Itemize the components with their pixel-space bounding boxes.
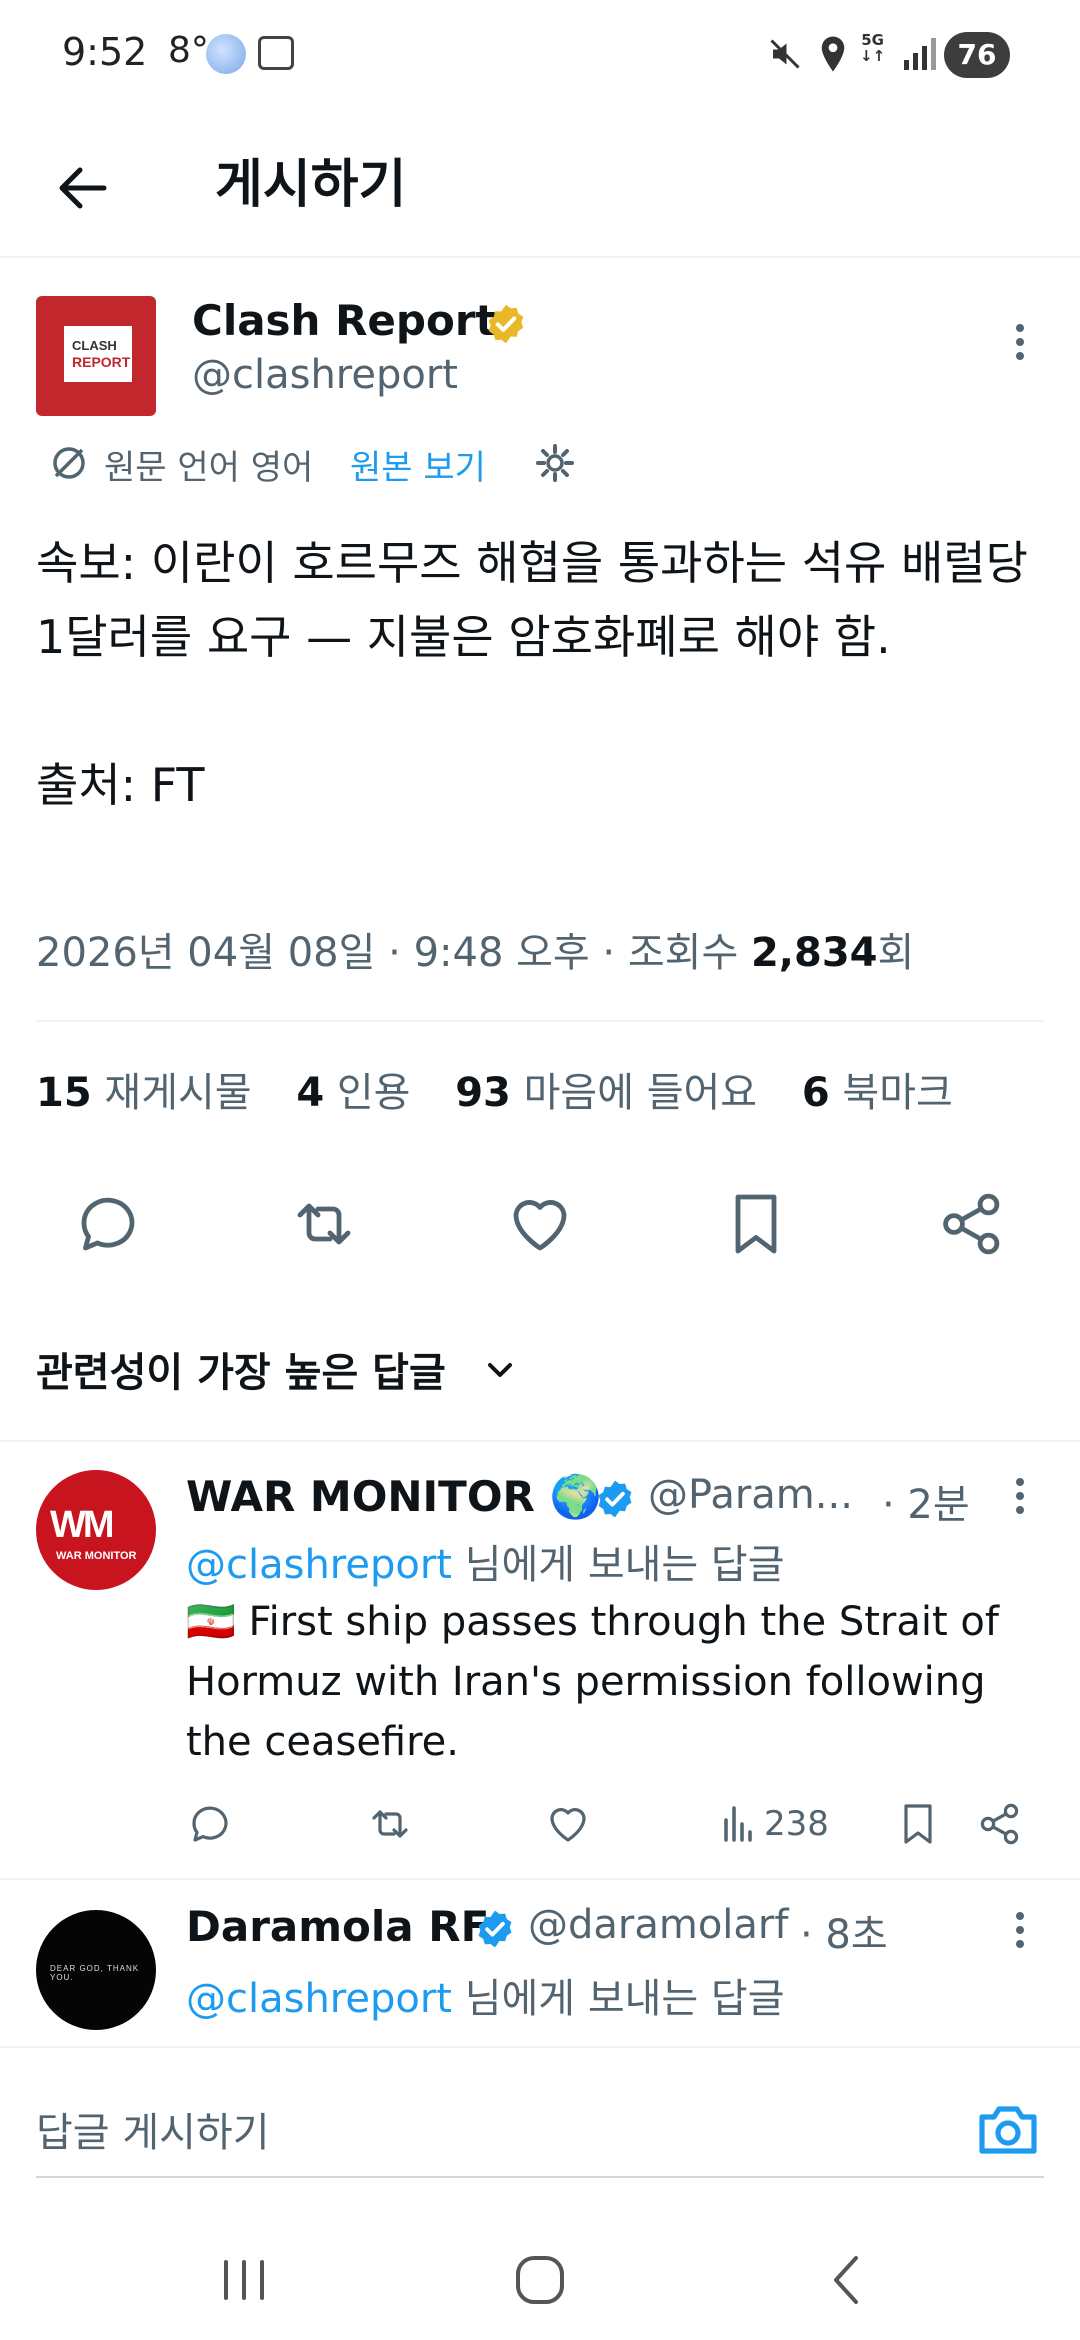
divider [0,1878,1080,1880]
avatar-logo-text: WAR MONITOR [56,1550,137,1562]
mention-link[interactable]: @clashreport [186,1542,452,1588]
camera-icon[interactable] [976,2100,1040,2158]
repost-icon[interactable] [288,1188,360,1260]
reply-avatar[interactable]: DEAR GOD, THANK YOU. [36,1910,156,2030]
engagement-stats: 15 재게시물 4 인용 93 마음에 들어요 6 북마크 [36,1060,985,1118]
more-options-icon[interactable] [1000,1906,1040,1954]
translation-note: 원문 언어 영어 [104,448,314,488]
avatar-logo-text: REPORT [72,354,131,370]
reply-time: · 2분 [882,1482,970,1528]
repost-icon[interactable] [366,1800,414,1848]
avatar-logo-text: DEAR GOD, THANK YOU. [50,1964,140,1982]
author-handle[interactable]: @clashreport [192,352,458,398]
blue-verified-badge-icon [478,1910,512,1948]
reply-author-handle[interactable]: @daramolarf [528,1902,788,1948]
gear-icon[interactable] [532,440,578,486]
reply-author-name[interactable]: Daramola RF [186,1902,489,1951]
back-nav-icon[interactable] [816,2248,880,2312]
status-bar: 9:52 8° 5G ↓↑ 76 [0,0,1080,110]
page-header: 게시하기 [0,110,1080,258]
system-navigation-bar [0,2200,1080,2340]
views-icon[interactable] [716,1800,764,1848]
page-title: 게시하기 [215,155,407,215]
chevron-down-icon[interactable] [480,1350,520,1390]
mute-icon [770,39,800,69]
weather-icon [206,34,246,74]
reply-to-line: @clashreport 님에게 보내는 답글 [186,1542,785,1588]
reply-author-name[interactable]: WAR MONITOR 🌍 [186,1472,602,1522]
show-original-link[interactable]: 원본 보기 [350,440,486,489]
reposts-stat[interactable]: 15 재게시물 [36,1060,252,1118]
more-options-icon[interactable] [1000,318,1040,366]
reply-author-handle[interactable]: @Param... [648,1472,853,1518]
share-icon[interactable] [976,1800,1024,1848]
tweet-text: 속보: 이란이 호르무즈 해협을 통과하는 석유 배럴당 1달러를 요구 — 지… [36,536,1028,812]
divider [0,1440,1080,1442]
view-count: 2,834 [750,930,878,976]
reply-icon[interactable] [186,1800,234,1848]
status-time: 9:52 [62,30,148,74]
location-icon [821,36,845,72]
back-arrow-icon[interactable] [44,148,124,228]
bookmark-icon[interactable] [894,1800,942,1848]
reply-to-line: @clashreport 님에게 보내는 답글 [186,1976,785,2022]
bookmarks-stat[interactable]: 6 북마크 [802,1060,953,1118]
share-icon[interactable] [936,1188,1008,1260]
tweet-meta: 2026년 04월 08일 · 9:48 오후 · 조회수 2,834회 [36,920,914,978]
home-icon[interactable] [508,2248,572,2312]
bookmark-icon[interactable] [720,1188,792,1260]
gold-verified-badge-icon [488,304,524,344]
more-options-icon[interactable] [1000,1472,1040,1520]
tweet-timestamp: 2026년 04월 08일 · 9:48 오후 · 조회수 [36,930,751,976]
author-avatar[interactable]: CLASH REPORT [36,296,156,416]
mention-link[interactable]: @clashreport [186,1976,452,2022]
reply-view-count: 238 [764,1804,829,1844]
status-temperature: 8° [168,30,209,71]
like-icon[interactable] [544,1800,592,1848]
reply-sort-dropdown[interactable]: 관련성이 가장 높은 답글 [36,1340,446,1398]
divider [36,1020,1044,1022]
network-type: 5G ↓↑ [860,31,886,65]
avatar-logo-text: CLASH [72,338,117,353]
like-icon[interactable] [504,1188,576,1260]
battery-indicator: 76 [944,32,1010,78]
reply-compose-bar: 답글 게시하기 [0,2046,1080,2176]
screenshot-icon [258,36,294,70]
signal-icon [904,38,936,70]
avatar-logo-text: WM [50,1504,115,1546]
blue-verified-badge-icon [598,1480,632,1518]
reply-input[interactable]: 답글 게시하기 [36,2100,270,2158]
recent-apps-icon[interactable] [212,2248,276,2312]
author-name[interactable]: Clash Report [192,296,496,345]
reply-time: · 8초 [800,1912,888,1958]
view-suffix: 회 [877,930,915,976]
reply-avatar[interactable]: WM WAR MONITOR [36,1470,156,1590]
quotes-stat[interactable]: 4 인용 [296,1060,410,1118]
likes-stat[interactable]: 93 마음에 들어요 [455,1060,757,1118]
compose-underline [36,2176,1044,2178]
reply-icon[interactable] [72,1188,144,1260]
reply-text: 🇮🇷 First ship passes through the Strait … [186,1599,999,1765]
translate-icon [53,447,85,479]
